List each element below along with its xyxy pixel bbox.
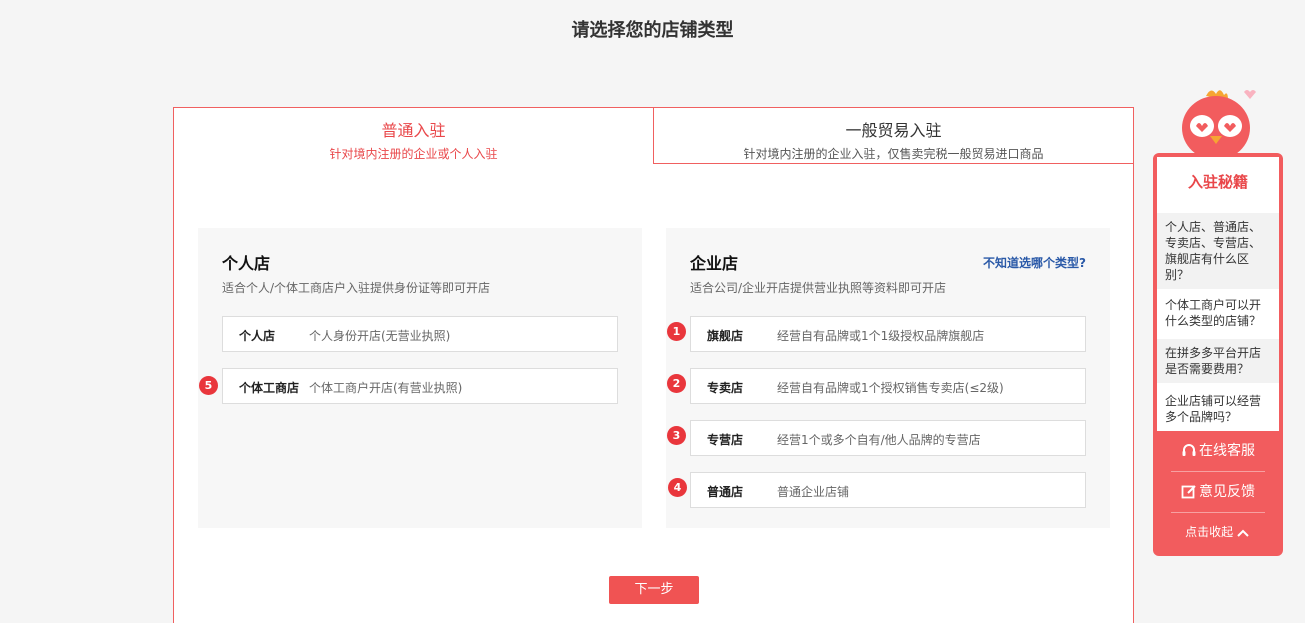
personal-store-title: 个人店 <box>222 254 271 273</box>
entry-tabs: 普通入驻 针对境内注册的企业或个人入驻 一般贸易入驻 针对境内注册的企业入驻，仅… <box>174 108 1133 164</box>
tips-title: 入驻秘籍 <box>1157 157 1279 207</box>
personal-store-subtitle: 适合个人/个体工商店户入驻提供身份证等即可开店 <box>222 281 491 295</box>
step-badge-5: 5 <box>199 376 218 395</box>
online-service-label: 在线客服 <box>1199 443 1255 459</box>
option-regular-store[interactable]: 普通店 普通企业店铺 <box>690 472 1086 508</box>
option-individual-business-store[interactable]: 个体工商店 个体工商户开店(有营业执照) <box>222 368 618 404</box>
which-type-help-link[interactable]: 不知道选哪个类型? <box>983 254 1086 271</box>
step-badge-4: 4 <box>668 478 687 497</box>
tab-standard-entry-label: 普通入驻 <box>381 121 446 140</box>
collapse-label: 点击收起 <box>1185 525 1234 539</box>
option-name: 个人店 <box>239 329 276 343</box>
store-type-panel: 普通入驻 针对境内注册的企业或个人入驻 一般贸易入驻 针对境内注册的企业入驻，仅… <box>173 107 1134 623</box>
feedback-label: 意见反馈 <box>1199 484 1255 500</box>
option-name: 旗舰店 <box>707 329 744 343</box>
personal-store-card: 个人店 适合个人/个体工商店户入驻提供身份证等即可开店 个人店 个人身份开店(无… <box>198 228 642 528</box>
collapse-button[interactable]: 点击收起 <box>1153 523 1283 540</box>
feedback-button[interactable]: 意见反馈 <box>1171 472 1265 512</box>
step-badge-3: 3 <box>667 426 686 445</box>
tab-standard-entry-desc: 针对境内注册的企业或个人入驻 <box>329 147 498 161</box>
online-service-button[interactable]: 在线客服 <box>1171 431 1265 471</box>
step-badge-2: 2 <box>667 374 686 393</box>
enterprise-store-title: 企业店 <box>690 254 739 273</box>
mascot-icon <box>1182 90 1256 158</box>
faq-item[interactable]: 个体工商户可以开什么类型的店铺？ <box>1157 291 1279 335</box>
option-desc: 个人身份开店(无营业执照) <box>309 329 451 343</box>
tab-general-trade-entry[interactable]: 一般贸易入驻 针对境内注册的企业入驻，仅售卖完税一般贸易进口商品 <box>654 108 1133 164</box>
page-title: 请选择您的店铺类型 <box>571 20 734 41</box>
option-name: 普通店 <box>707 485 744 499</box>
option-flagship-store[interactable]: 旗舰店 经营自有品牌或1个1级授权品牌旗舰店 <box>690 316 1086 352</box>
option-desc: 个体工商户开店(有营业执照) <box>309 381 463 395</box>
faq-item[interactable]: 企业店铺可以经营多个品牌吗？ <box>1157 387 1279 431</box>
option-name: 专卖店 <box>707 381 744 395</box>
enterprise-store-subtitle: 适合公司/企业开店提供营业执照等资料即可开店 <box>690 281 947 295</box>
step-badge-1: 1 <box>667 322 686 341</box>
option-name: 专营店 <box>707 433 744 447</box>
option-desc: 经营自有品牌或1个1级授权品牌旗舰店 <box>777 329 985 343</box>
option-desc: 经营自有品牌或1个授权销售专卖店(≤2级) <box>777 381 1004 395</box>
headset-icon <box>1182 444 1196 456</box>
tab-general-trade-entry-desc: 针对境内注册的企业入驻，仅售卖完税一般贸易进口商品 <box>743 147 1044 161</box>
entry-tips-widget: 入驻秘籍 个人店、普通店、专卖店、专营店、旗舰店有什么区别？ 个体工商户可以开什… <box>1153 153 1283 556</box>
tips-list: 入驻秘籍 个人店、普通店、专卖店、专营店、旗舰店有什么区别？ 个体工商户可以开什… <box>1157 157 1279 431</box>
option-name: 个体工商店 <box>239 381 300 395</box>
edit-icon <box>1181 485 1196 499</box>
tab-general-trade-entry-label: 一般贸易入驻 <box>845 121 942 140</box>
option-desc: 普通企业店铺 <box>777 485 850 499</box>
divider <box>1171 512 1265 513</box>
option-specialty-store[interactable]: 专营店 经营1个或多个自有/他人品牌的专营店 <box>690 420 1086 456</box>
tab-standard-entry[interactable]: 普通入驻 针对境内注册的企业或个人入驻 <box>174 108 654 164</box>
faq-item[interactable]: 个人店、普通店、专卖店、专营店、旗舰店有什么区别？ <box>1157 213 1279 289</box>
option-desc: 经营1个或多个自有/他人品牌的专营店 <box>777 433 981 447</box>
option-personal-store[interactable]: 个人店 个人身份开店(无营业执照) <box>222 316 618 352</box>
faq-item[interactable]: 在拼多多平台开店是否需要费用？ <box>1157 339 1279 383</box>
chevron-up-icon <box>1237 529 1249 537</box>
option-exclusive-store[interactable]: 专卖店 经营自有品牌或1个授权销售专卖店(≤2级) <box>690 368 1086 404</box>
enterprise-store-card: 企业店 适合公司/企业开店提供营业执照等资料即可开店 不知道选哪个类型? 旗舰店… <box>666 228 1110 528</box>
next-step-button[interactable]: 下一步 <box>609 576 699 604</box>
